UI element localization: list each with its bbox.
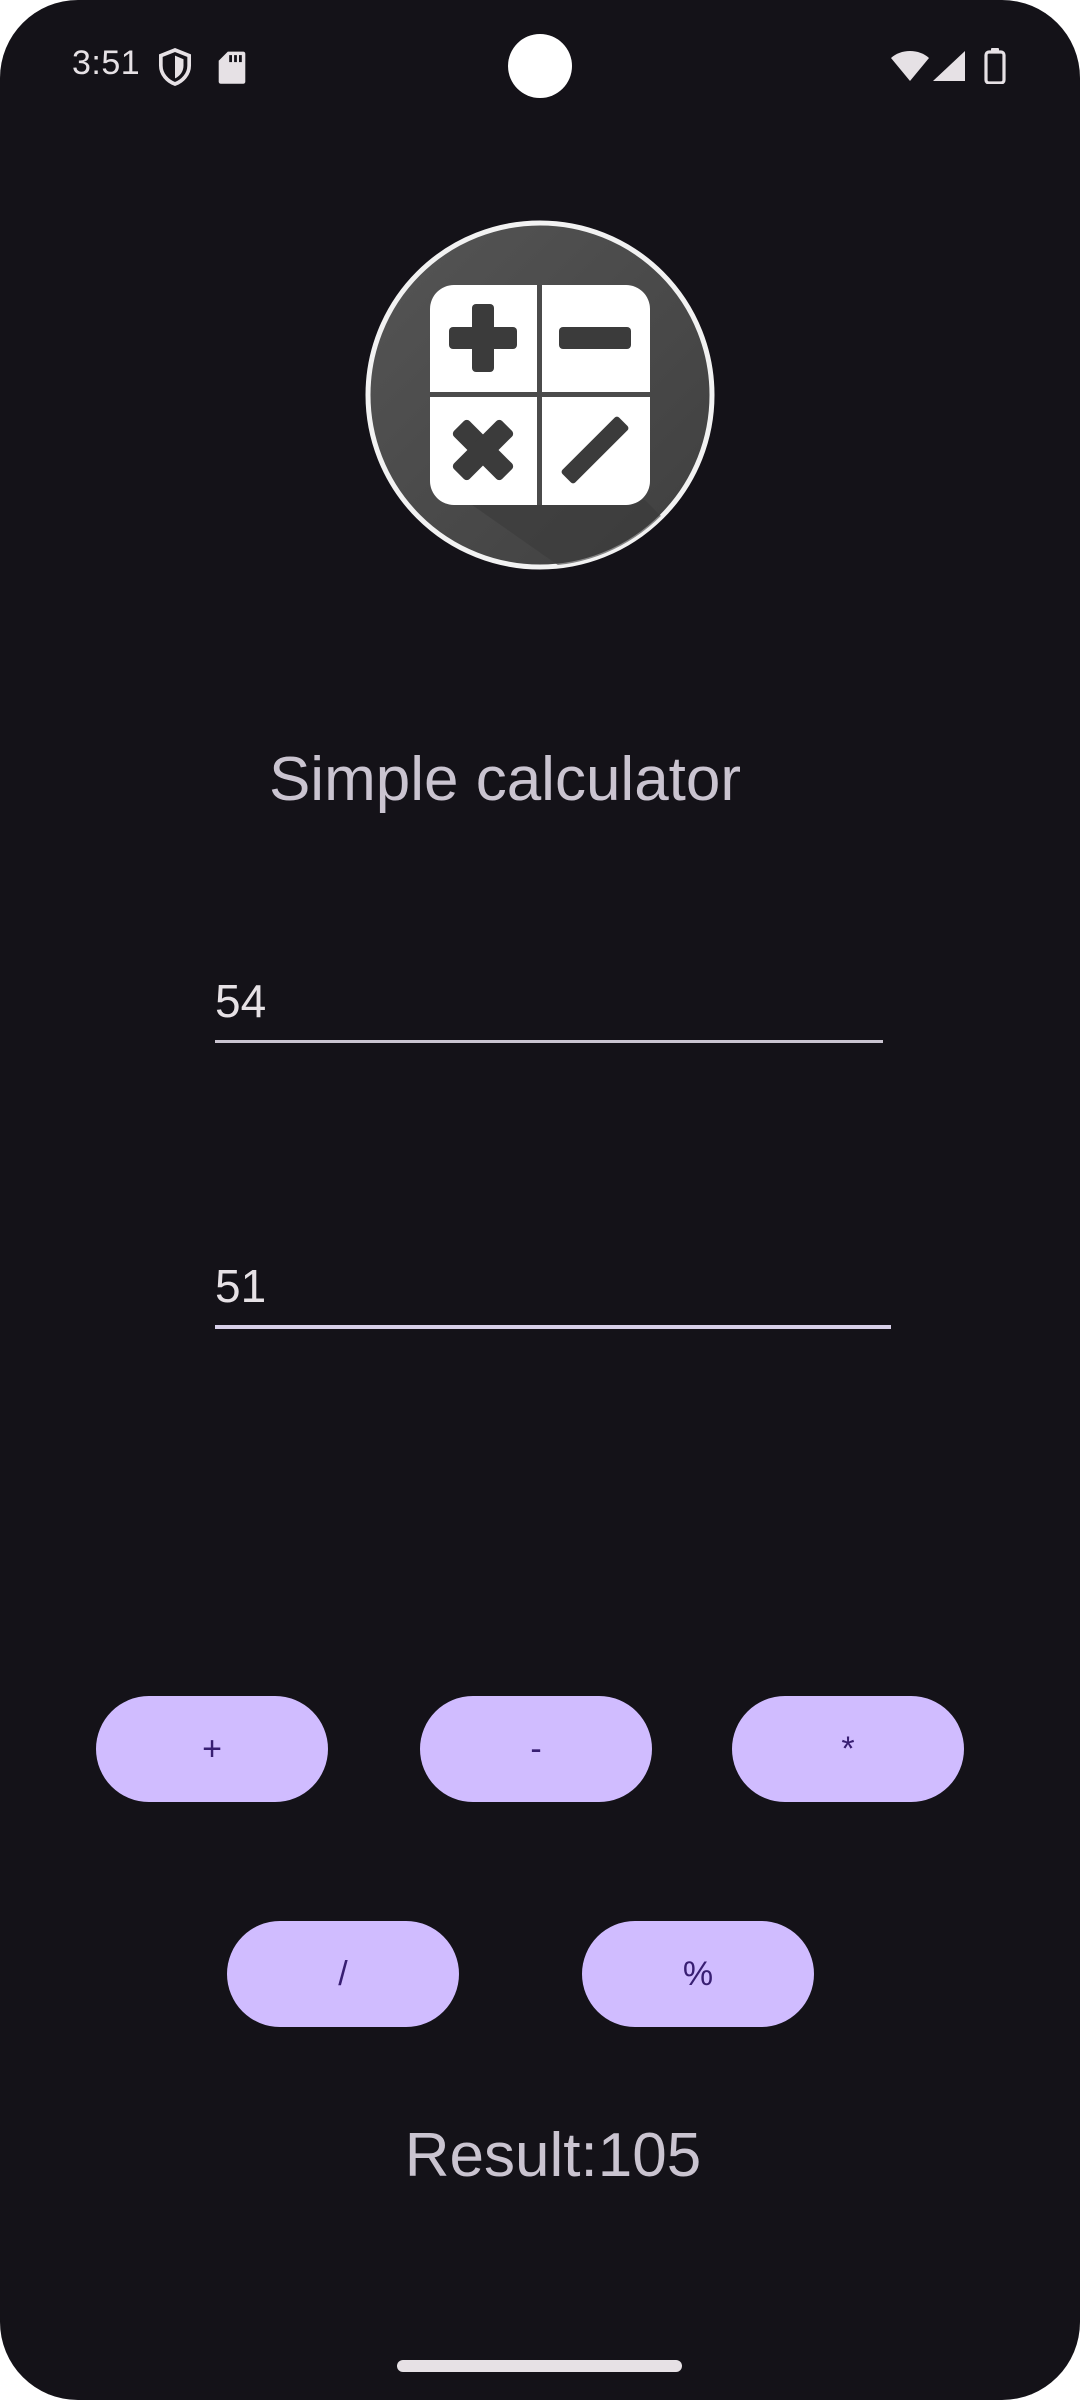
multiply-button[interactable]: * [732,1696,964,1802]
screen: 3:51 Simple calculator 54 51 + - * / % R… [0,0,1080,2400]
divide-button[interactable]: / [227,1921,459,2027]
result-text: Result:105 [404,2121,702,2190]
battery-icon [984,48,1006,84]
modulo-button[interactable]: % [582,1921,814,2027]
wifi-icon [891,51,929,81]
camera-cutout [508,34,572,98]
subtract-button[interactable]: - [420,1696,652,1802]
first-number-input[interactable] [215,974,883,1028]
app-title: Simple calculator [268,745,742,814]
sd-card-icon [218,51,246,84]
second-number-field[interactable] [215,1235,891,1329]
add-button[interactable]: + [96,1696,328,1802]
second-number-input[interactable] [215,1259,891,1313]
calculator-icon [365,220,715,570]
cell-signal-icon [933,51,965,81]
first-number-field[interactable] [215,950,883,1043]
home-indicator[interactable] [397,2360,682,2372]
shield-icon [158,48,192,86]
status-time: 3:51 [72,44,141,82]
